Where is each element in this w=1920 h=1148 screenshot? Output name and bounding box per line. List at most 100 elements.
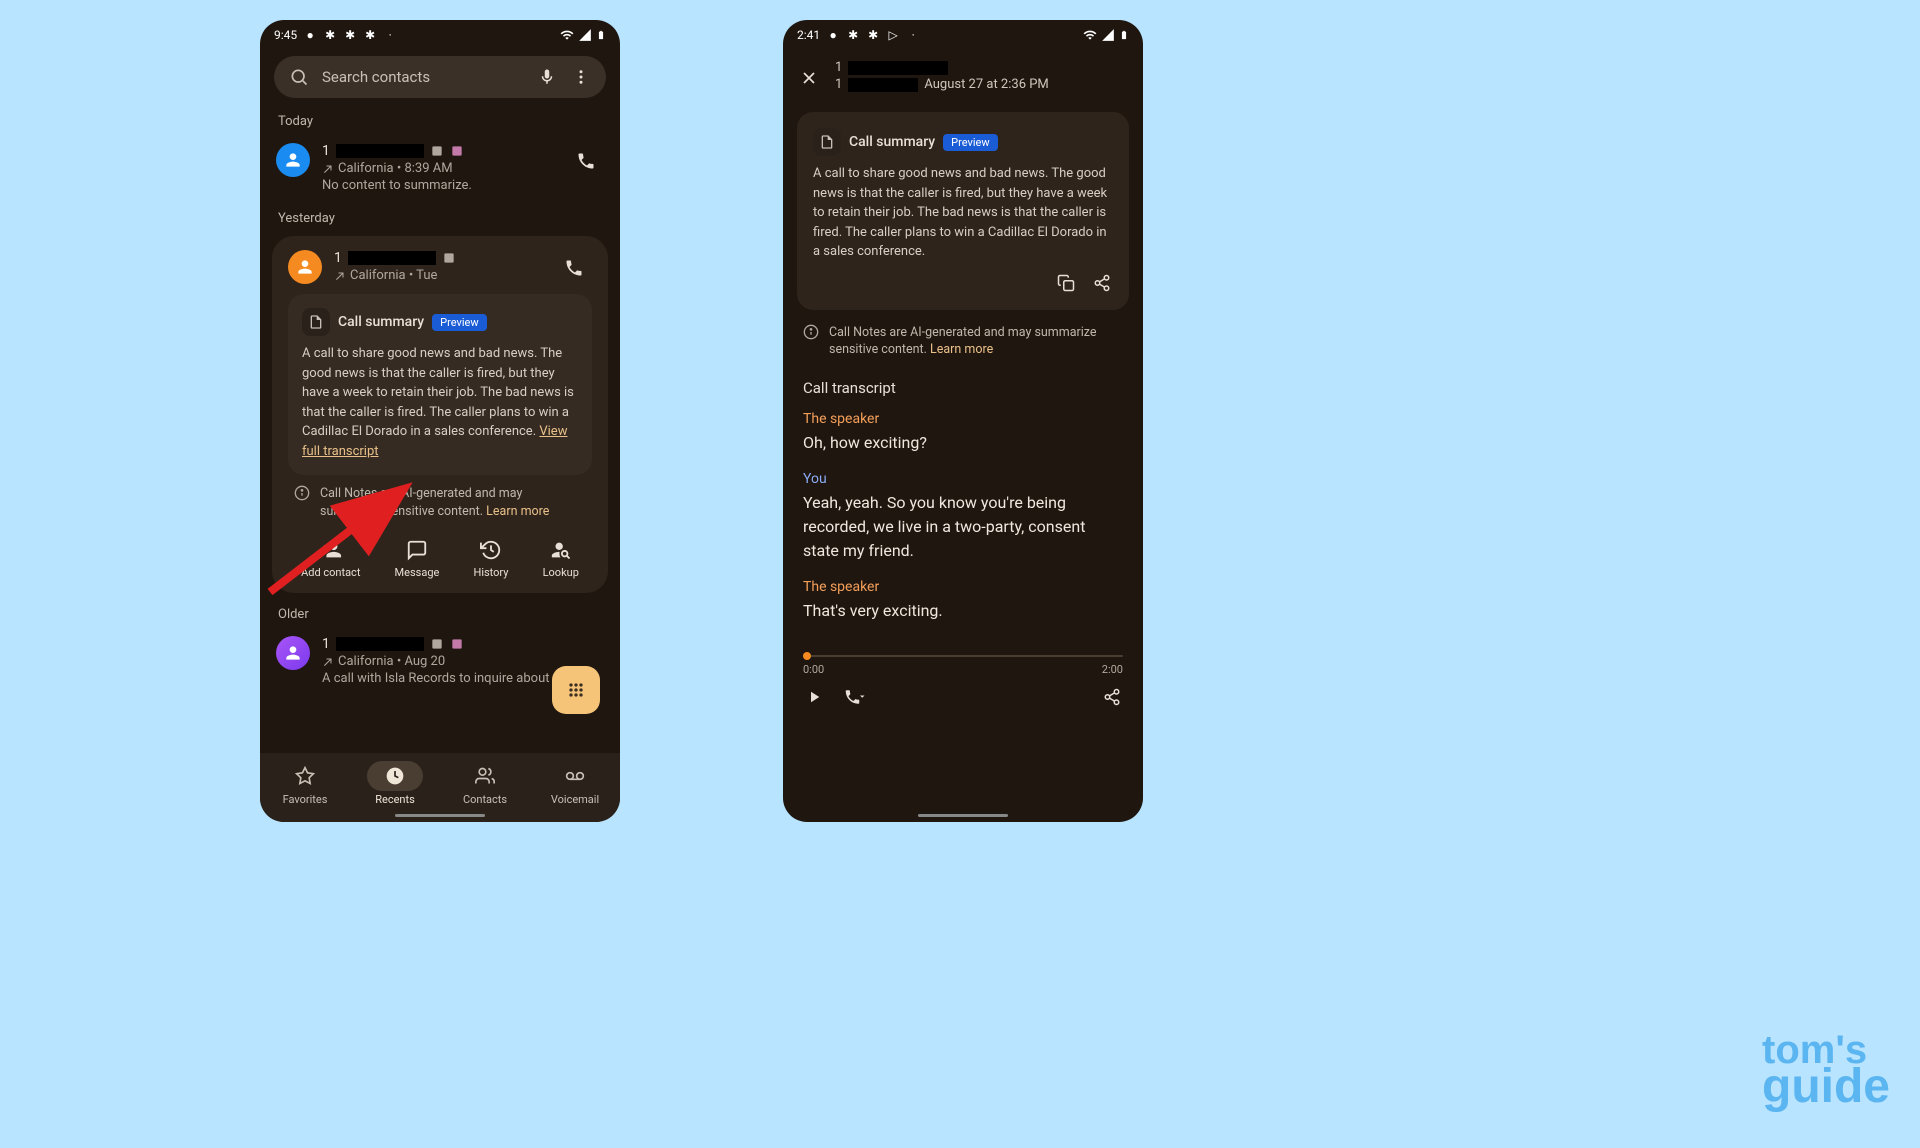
phone-screenshot-transcript: 2:41 ● ✱ ✱ ▷ · 1 1 August 27 at 2:36 PM — [783, 20, 1143, 822]
call-date: August 27 at 2:36 PM — [924, 77, 1048, 92]
person-search-icon — [549, 538, 573, 562]
avatar-purple — [276, 636, 310, 670]
call-row-yesterday[interactable]: 1 California • Tue — [278, 246, 602, 286]
app-icon-1: ✱ — [323, 28, 337, 42]
time-total: 2:00 — [1102, 663, 1123, 676]
call-detail-header: 1 1 August 27 at 2:36 PM — [783, 50, 1143, 104]
learn-more-link[interactable]: Learn more — [930, 342, 993, 357]
status-bar: 9:45 ● ✱ ✱ ✱ · — [260, 20, 620, 50]
call-meta: California • Aug 20 — [338, 654, 445, 669]
learn-more-link[interactable]: Learn more — [486, 504, 549, 519]
message-button[interactable]: Message — [395, 538, 440, 579]
play-icon: ▷ — [886, 28, 900, 42]
call-meta: California • 8:39 AM — [338, 161, 453, 176]
speech-text: Yeah, yeah. So you know you're being rec… — [803, 491, 1123, 563]
status-bar: 2:41 ● ✱ ✱ ▷ · — [783, 20, 1143, 50]
mic-icon[interactable] — [536, 66, 558, 88]
call-meta: California • Tue — [350, 268, 437, 283]
more-notifications-dot: · — [906, 28, 920, 42]
copy-button[interactable] — [1055, 272, 1077, 294]
preview-badge: Preview — [432, 314, 486, 331]
search-icon — [288, 66, 310, 88]
add-contact-button[interactable]: Add contact — [301, 538, 360, 579]
dialpad-fab[interactable] — [552, 666, 600, 714]
summary-text: A call to share good news and bad news. … — [813, 164, 1113, 262]
number-prefix: 1 — [835, 77, 842, 92]
home-indicator[interactable] — [395, 814, 485, 817]
share-button[interactable] — [1101, 686, 1123, 708]
call-button[interactable] — [568, 143, 604, 179]
play-button[interactable] — [803, 686, 825, 708]
speaker-label: You — [803, 471, 1123, 487]
notes-chip-icon — [450, 637, 464, 651]
signal-icon — [1101, 28, 1115, 42]
summary-title: Call summary — [849, 134, 935, 150]
transcript-title: Call transcript — [803, 379, 1123, 397]
number-prefix: 1 — [322, 143, 330, 159]
search-bar[interactable]: Search contacts — [274, 56, 606, 98]
nav-voicemail[interactable]: Voicemail — [547, 761, 603, 806]
number-prefix: 1 — [334, 250, 342, 266]
info-icon — [803, 324, 819, 359]
nav-recents[interactable]: Recents — [367, 761, 423, 806]
sim-chip-icon — [430, 637, 444, 651]
app-icon-2: ✱ — [343, 28, 357, 42]
signal-icon — [578, 28, 592, 42]
app-icon-3: ✱ — [363, 28, 377, 42]
audio-player: 0:00 2:00 — [783, 647, 1143, 716]
audio-output-button[interactable] — [843, 686, 865, 708]
lookup-button[interactable]: Lookup — [543, 538, 579, 579]
section-today: Today — [260, 104, 620, 135]
summary-icon — [302, 308, 330, 336]
time-current: 0:00 — [803, 663, 824, 676]
message-icon — [405, 538, 429, 562]
transcript-section: Call transcript The speakerOh, how excit… — [783, 371, 1143, 647]
redacted-number — [848, 61, 948, 75]
nav-favorites[interactable]: Favorites — [277, 761, 333, 806]
speech-text: That's very exciting. — [803, 599, 1123, 623]
call-summary-short: No content to summarize. — [322, 178, 556, 193]
summary-text: A call to share good news and bad news. … — [302, 344, 578, 461]
search-placeholder: Search contacts — [322, 68, 524, 86]
call-actions-row: Add contact Message History Lookup — [278, 530, 602, 583]
bottom-nav: Favorites Recents Contacts Voicemail — [260, 753, 620, 822]
status-time: 2:41 — [797, 28, 820, 42]
sim-chip-icon — [430, 144, 444, 158]
section-older: Older — [260, 597, 620, 628]
history-button[interactable]: History — [473, 538, 508, 579]
chat-notification-icon: ● — [303, 28, 317, 42]
outgoing-call-icon — [322, 656, 334, 668]
section-yesterday: Yesterday — [260, 201, 620, 232]
sim-chip-icon — [442, 251, 456, 265]
close-button[interactable] — [797, 66, 821, 90]
chat-notification-icon: ● — [826, 28, 840, 42]
battery-icon — [596, 28, 606, 42]
call-summary-card: Call summary Preview A call to share goo… — [797, 112, 1129, 310]
ai-disclaimer: Call Notes are AI-generated and may summ… — [278, 475, 602, 530]
redacted-number — [348, 251, 436, 265]
call-row-today[interactable]: 1 California • 8:39 AM No content to sum… — [260, 135, 620, 201]
battery-icon — [1119, 28, 1129, 42]
home-indicator[interactable] — [918, 814, 1008, 817]
wifi-icon — [1083, 28, 1097, 42]
nav-contacts[interactable]: Contacts — [457, 761, 513, 806]
preview-badge: Preview — [943, 134, 997, 151]
overflow-menu-icon[interactable] — [570, 66, 592, 88]
call-summary-card: Call summary Preview A call to share goo… — [288, 294, 592, 475]
progress-slider[interactable] — [803, 655, 1123, 657]
progress-thumb[interactable] — [803, 652, 811, 660]
call-button[interactable] — [556, 250, 592, 286]
phone-screenshot-recents: 9:45 ● ✱ ✱ ✱ · Search contacts Today 1 — [260, 20, 620, 822]
avatar-blue — [276, 143, 310, 177]
status-time: 9:45 — [274, 28, 297, 42]
summary-icon — [813, 128, 841, 156]
expanded-call-card: 1 California • Tue Call summary Preview … — [272, 236, 608, 593]
redacted-number — [336, 637, 424, 651]
redacted-number — [336, 144, 424, 158]
number-prefix: 1 — [322, 636, 330, 652]
more-notifications-dot: · — [383, 28, 397, 42]
history-icon — [479, 538, 503, 562]
share-button[interactable] — [1091, 272, 1113, 294]
avatar-orange — [288, 250, 322, 284]
notes-chip-icon — [450, 144, 464, 158]
